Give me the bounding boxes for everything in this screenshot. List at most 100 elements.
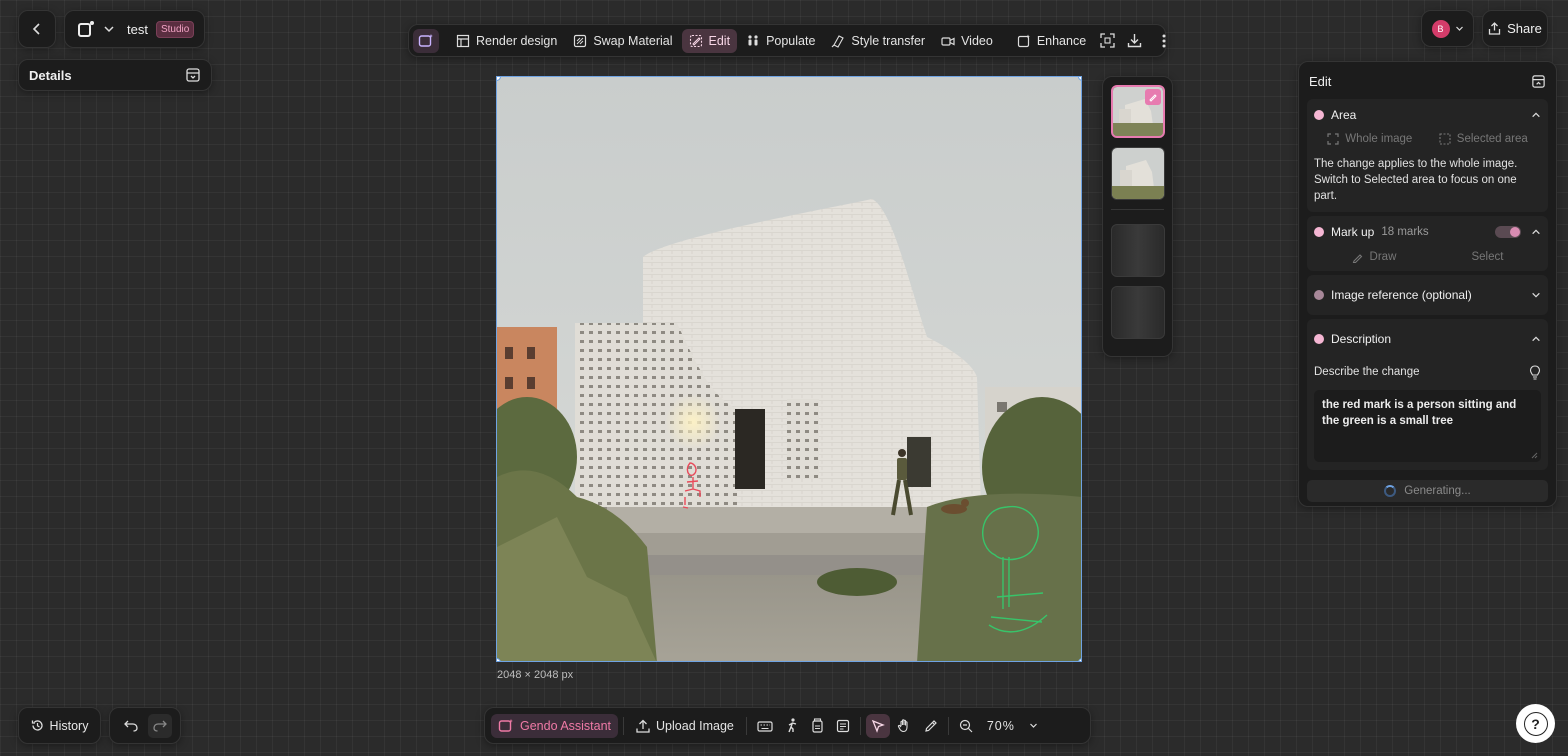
select-pointer-tool[interactable]: [865, 713, 890, 738]
chevron-up-icon[interactable]: [1531, 110, 1541, 120]
loading-spinner-icon: [1384, 485, 1397, 497]
upload-image-label: Upload Image: [656, 718, 734, 733]
chevron-down-icon[interactable]: [103, 23, 115, 35]
dashed-selection-icon: [1439, 133, 1451, 145]
zoom-button[interactable]: [954, 714, 978, 738]
chevron-down-icon[interactable]: [1531, 290, 1541, 300]
avatar: B: [1431, 19, 1450, 38]
people-icon: [746, 34, 760, 48]
loading-thumbnail: [1111, 224, 1165, 277]
tool-populate-label: Populate: [766, 33, 816, 48]
building-icon: [456, 34, 470, 48]
toolbar-separator: [947, 716, 949, 735]
image-dimensions: 2048 × 2048 px: [497, 669, 574, 681]
variant-thumbnail[interactable]: [1111, 85, 1165, 138]
pencil-tool[interactable]: [919, 714, 943, 738]
thumbnail-separator: [1111, 209, 1164, 210]
more-options-button[interactable]: [1157, 29, 1171, 53]
description-textarea[interactable]: the red mark is a person sitting and the…: [1314, 390, 1541, 462]
person-walking-icon: [785, 718, 799, 733]
toolbar-separator: [859, 716, 861, 735]
image-reference-status-dot: [1314, 290, 1324, 300]
toolbar-separator: [745, 716, 747, 735]
gendo-assistant-button[interactable]: Gendo Assistant: [491, 713, 619, 738]
selected-area-label: Selected area: [1456, 133, 1528, 145]
tool-edit-label: Edit: [708, 33, 731, 48]
loading-thumbnail: [1111, 286, 1165, 339]
upload-icon: [636, 719, 650, 733]
resize-grip-icon: [1531, 452, 1538, 459]
brush-icon: [831, 34, 845, 48]
markup-visibility-toggle[interactable]: [1495, 226, 1521, 238]
ai-tools-button[interactable]: [413, 28, 439, 53]
chevron-up-icon[interactable]: [1531, 227, 1541, 237]
help-icon: ?: [1523, 711, 1548, 736]
project-name: test: [127, 21, 148, 37]
area-note: The change applies to the whole image. S…: [1314, 158, 1518, 202]
download-button[interactable]: [1122, 29, 1147, 53]
tool-enhance-label: Enhance: [1036, 33, 1087, 48]
tool-style-transfer[interactable]: Style transfer: [824, 29, 932, 53]
studio-badge: Studio: [155, 20, 195, 38]
material-library-button[interactable]: [806, 714, 829, 738]
canvas-image[interactable]: [496, 76, 1082, 662]
edit-badge-icon: [1145, 89, 1161, 105]
description-status-dot: [1314, 334, 1324, 344]
jar-icon: [811, 718, 824, 733]
generate-button[interactable]: Generating...: [1307, 480, 1548, 502]
keyboard-shortcuts-button[interactable]: [752, 714, 778, 738]
project-switcher[interactable]: test Studio: [64, 10, 205, 48]
description-text: the red mark is a person sitting and the…: [1322, 399, 1517, 427]
cursor-pointer-icon: [871, 719, 885, 733]
tool-render-design[interactable]: Render design: [449, 29, 564, 53]
material-icon: [573, 34, 587, 48]
pan-hand-tool[interactable]: [892, 714, 917, 738]
tool-populate[interactable]: Populate: [739, 29, 822, 53]
markup-title: Mark up: [1331, 225, 1375, 239]
collapse-panel-icon[interactable]: [1531, 74, 1546, 89]
image-reference-section[interactable]: Image reference (optional): [1307, 275, 1548, 315]
draw-label: Draw: [1369, 251, 1397, 263]
collapse-panel-icon[interactable]: [185, 67, 201, 83]
variant-thumbnail[interactable]: [1111, 147, 1165, 200]
details-panel[interactable]: Details: [18, 59, 212, 91]
chevron-left-icon: [30, 22, 44, 36]
draw-tool[interactable]: Draw: [1352, 251, 1397, 263]
upscale-button[interactable]: [1095, 29, 1120, 53]
description-title: Description: [1331, 332, 1392, 346]
download-icon: [1127, 33, 1142, 48]
history-label: History: [49, 718, 89, 733]
history-button[interactable]: History: [18, 707, 101, 744]
enhance-sparkle-icon: [1017, 34, 1031, 48]
tool-video[interactable]: Video: [934, 29, 1000, 53]
tool-swap-material-label: Swap Material: [593, 33, 673, 48]
select-label: Select: [1471, 251, 1504, 263]
notes-button[interactable]: [831, 714, 855, 738]
back-button[interactable]: [18, 10, 56, 48]
lightbulb-icon[interactable]: [1529, 364, 1541, 380]
keyboard-icon: [757, 720, 773, 732]
selected-area-option[interactable]: Selected area: [1439, 133, 1528, 145]
history-icon: [31, 719, 44, 732]
upload-image-button[interactable]: Upload Image: [629, 714, 741, 738]
redo-icon[interactable]: [147, 713, 172, 738]
assistant-sparkle-icon: [498, 718, 514, 734]
tool-enhance[interactable]: Enhance: [1010, 29, 1093, 53]
tool-render-design-label: Render design: [476, 33, 558, 48]
hand-icon: [897, 718, 912, 733]
expand-frame-icon: [1100, 33, 1115, 48]
undo-redo-group: [109, 707, 181, 744]
tool-swap-material[interactable]: Swap Material: [566, 29, 679, 53]
add-person-button[interactable]: [780, 714, 804, 738]
markup-status-dot: [1314, 227, 1324, 237]
undo-icon[interactable]: [119, 714, 143, 738]
share-button[interactable]: Share: [1482, 10, 1548, 47]
tool-edit[interactable]: Edit: [681, 28, 738, 53]
select-tool[interactable]: Select: [1471, 251, 1503, 263]
help-button[interactable]: ?: [1516, 704, 1555, 743]
chevron-up-icon[interactable]: [1531, 334, 1541, 344]
zoom-level-dropdown[interactable]: 70%: [980, 714, 1045, 738]
user-menu[interactable]: B: [1421, 10, 1474, 47]
tool-video-label: Video: [961, 33, 993, 48]
whole-image-option[interactable]: Whole image: [1327, 133, 1412, 145]
